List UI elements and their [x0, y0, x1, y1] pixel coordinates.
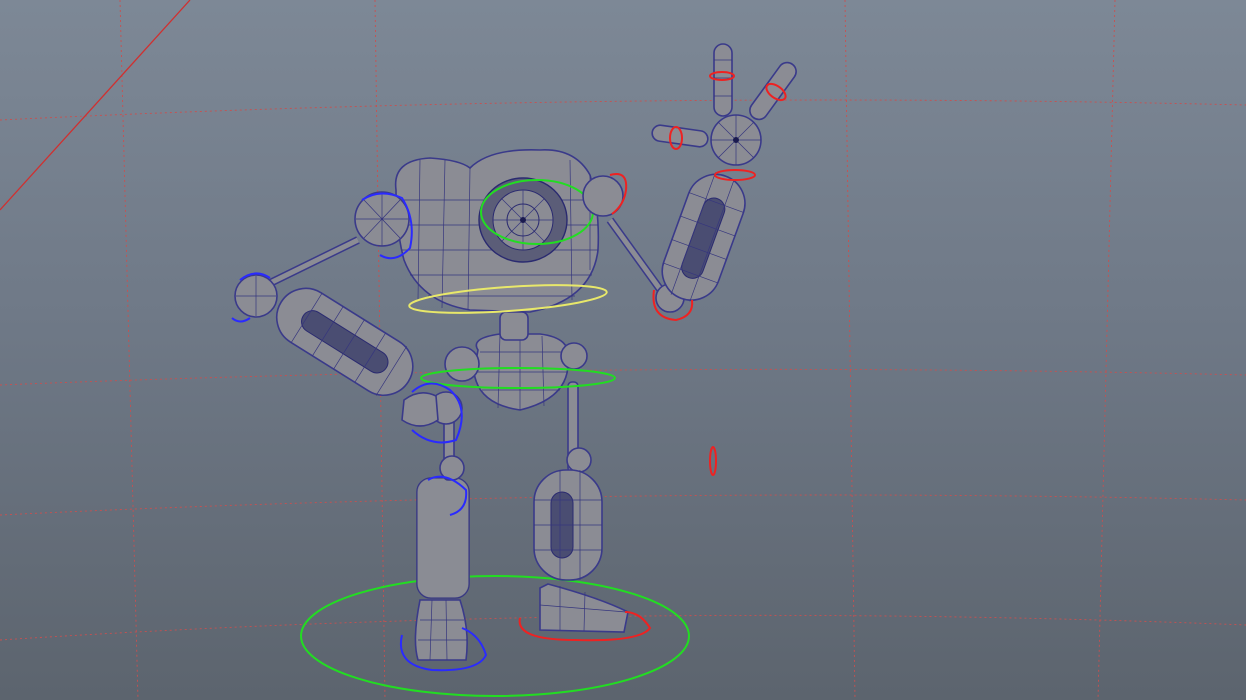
neck[interactable]	[499, 311, 529, 341]
root-control-circle[interactable]	[300, 575, 690, 697]
maya-3d-viewport[interactable]	[0, 0, 1246, 700]
world-axis-line	[0, 0, 191, 211]
right-arm-pole-vector[interactable]	[709, 446, 717, 476]
scene-canvas[interactable]	[0, 0, 1246, 700]
left-leg[interactable]	[414, 407, 470, 661]
right-leg[interactable]	[533, 381, 629, 633]
perspective-grid	[0, 0, 1246, 700]
pelvis[interactable]	[444, 333, 588, 411]
